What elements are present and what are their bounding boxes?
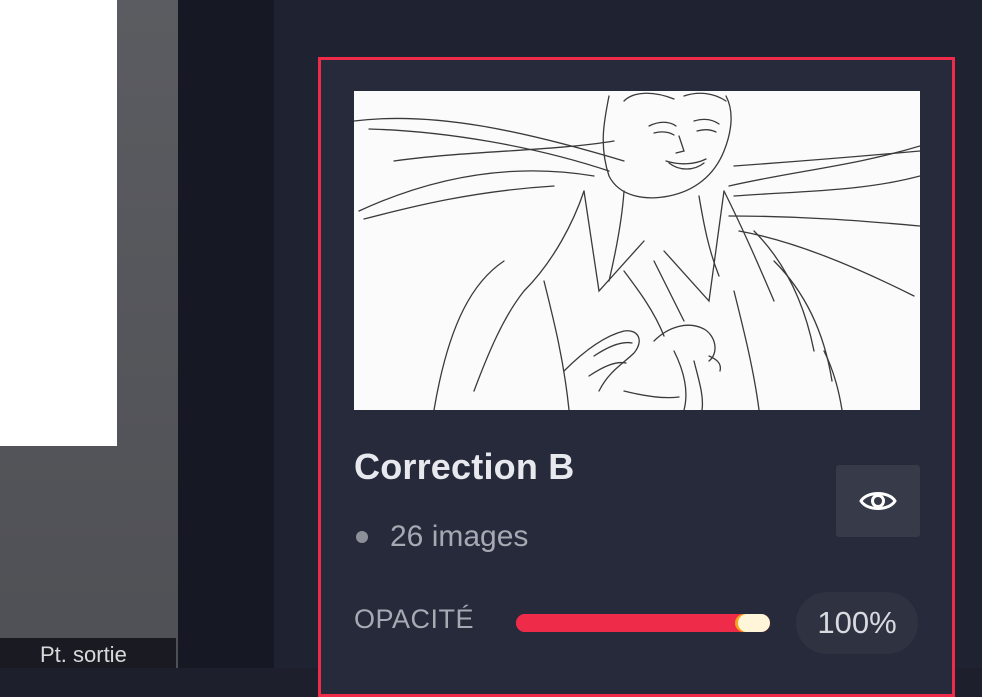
sketch-drawing	[354, 92, 920, 410]
opacity-slider-knob[interactable]	[738, 614, 770, 632]
image-count-row: 26 images	[356, 520, 528, 554]
opacity-label: OPACITÉ	[354, 604, 475, 634]
opacity-slider[interactable]	[516, 614, 770, 632]
image-count: 26 images	[390, 520, 529, 553]
opacity-value[interactable]: 100%	[796, 592, 918, 654]
opacity-slider-fill	[516, 614, 770, 632]
output-label: Pt. sortie	[0, 638, 176, 668]
eye-icon	[859, 492, 897, 510]
layer-thumbnail[interactable]	[354, 91, 920, 410]
canvas-page[interactable]	[0, 0, 117, 446]
panel-gutter	[178, 0, 274, 668]
layer-name: Correction B	[354, 446, 575, 487]
status-dot	[356, 531, 368, 543]
visibility-toggle-button[interactable]	[836, 465, 920, 537]
canvas-area	[0, 0, 178, 668]
